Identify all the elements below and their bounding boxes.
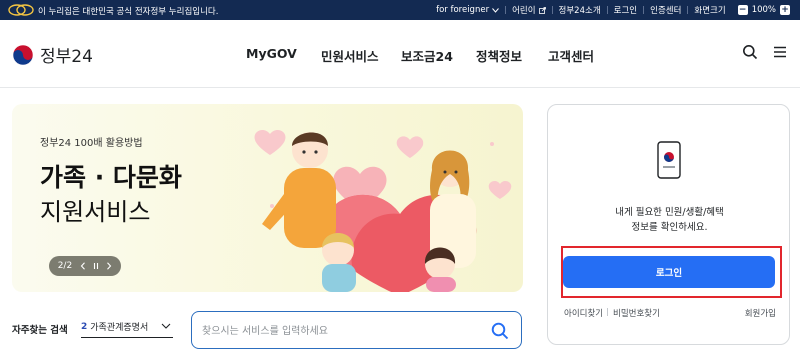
banner-title-line2: 지원서비스 (40, 198, 151, 226)
find-password-link[interactable]: 비밀번호찾기 (613, 307, 660, 319)
login-message-line1: 내게 필요한 민원/생활/혜택 (615, 207, 724, 218)
nav-policy[interactable]: 정책정보 (476, 46, 522, 65)
chevron-down-icon (161, 323, 171, 329)
nav-civil-service[interactable]: 민원서비스 (321, 46, 379, 65)
next-slide-icon[interactable] (106, 262, 112, 270)
login-link[interactable]: 로그인 (608, 4, 643, 16)
banner-eyebrow: 정부24 100배 활용방법 (40, 138, 143, 149)
about-link[interactable]: 정부24소개 (553, 4, 607, 16)
gov-notice-text: 이 누리집은 대한민국 공식 전자정부 누리집입니다. (38, 7, 219, 17)
zoom-control: − 100% + (732, 5, 796, 15)
site-header: 정부24 MyGOV 민원서비스 보조금24 정책정보 고객센터 (0, 20, 800, 88)
zoom-out-button[interactable]: − (737, 5, 748, 15)
frequent-search-term: 가족관계증명서 (90, 323, 149, 333)
screen-size-label: 화면크기 (694, 6, 726, 16)
login-button[interactable]: 로그인 (563, 256, 775, 288)
zoom-level: 100% (751, 5, 776, 15)
header-tools (742, 44, 788, 60)
site-logo[interactable]: 정부24 (12, 42, 93, 67)
family-illustration (254, 129, 512, 292)
divider (607, 308, 608, 316)
banner-title-line1: 가족 · 다문화 (40, 163, 182, 192)
cert-center-link[interactable]: 인증센터 (644, 4, 687, 16)
service-search-input[interactable] (202, 322, 482, 340)
gov-notice-bar: 이 누리집은 대한민국 공식 전자정부 누리집입니다. for foreigne… (0, 0, 800, 20)
for-foreigner-select[interactable]: for foreigner (430, 5, 505, 15)
pager-count: 2/2 (57, 261, 73, 271)
nav-mygov[interactable]: MyGOV (246, 46, 297, 61)
pause-icon[interactable] (93, 262, 99, 270)
chevron-down-icon (492, 7, 499, 13)
children-link[interactable]: 어린이 (506, 4, 551, 16)
nav-subsidy[interactable]: 보조금24 (401, 46, 453, 65)
frequent-search-label: 자주찾는 검색 (12, 325, 68, 336)
login-panel: 내게 필요한 민원/생활/혜택 정보를 확인하세요. 로그인 아이디찾기 비밀번… (547, 104, 790, 345)
service-search-box (191, 311, 522, 349)
menu-icon[interactable] (772, 44, 788, 60)
prev-slide-icon[interactable] (80, 262, 86, 270)
frequent-search-select[interactable]: 2 가족관계증명서 (81, 316, 173, 338)
signup-link[interactable]: 회원가입 (745, 307, 776, 319)
promo-banner[interactable]: 정부24 100배 활용방법 가족 · 다문화 지원서비스 2/2 (12, 104, 523, 292)
logo-text: 정부24 (40, 47, 93, 67)
search-icon[interactable] (742, 44, 758, 60)
mobile-gov24-icon (657, 141, 681, 179)
frequent-search-rank: 2 (81, 321, 88, 332)
zoom-in-button[interactable]: + (780, 5, 790, 15)
taegeuk-logo-icon (12, 44, 34, 65)
login-message-line2: 정보를 확인하세요. (631, 222, 708, 233)
nav-customer-center[interactable]: 고객센터 (548, 46, 594, 65)
search-icon[interactable] (491, 322, 509, 340)
gov-emblem-icon (8, 4, 34, 16)
banner-pager: 2/2 (49, 256, 121, 276)
external-link-icon (538, 6, 546, 14)
find-id-link[interactable]: 아이디찾기 (564, 307, 603, 319)
